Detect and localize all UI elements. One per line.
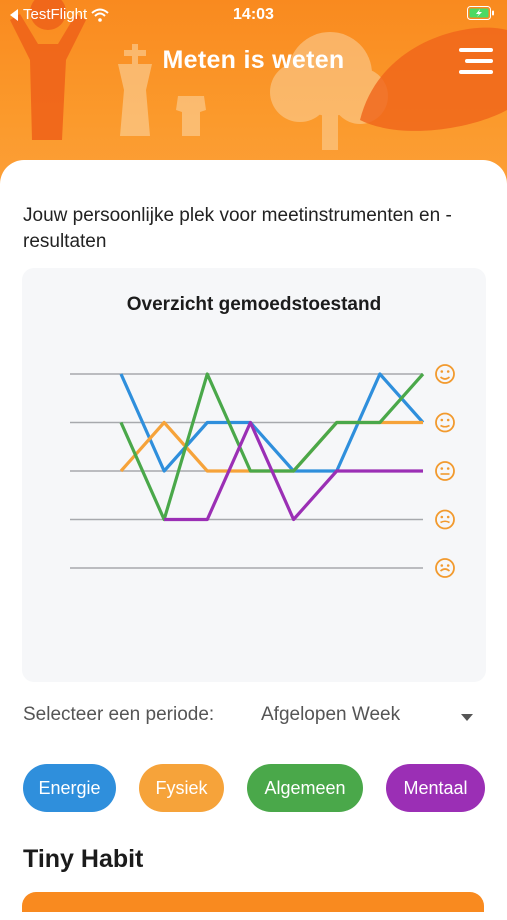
filter-fysiek-button[interactable]: Fysiek	[139, 764, 224, 812]
very-sad-face-icon	[435, 558, 455, 578]
very-happy-face-icon	[435, 364, 455, 384]
filter-label: Algemeen	[264, 777, 346, 798]
section-title-tiny-habit: Tiny Habit	[23, 845, 144, 873]
filter-algemeen-button[interactable]: Algemeen	[247, 764, 363, 812]
period-selector[interactable]: Selecteer een periode: Afgelopen Week	[23, 704, 483, 732]
mood-chart	[70, 364, 455, 578]
filter-mentaal-button[interactable]: Mentaal	[386, 764, 485, 812]
happy-face-icon	[435, 412, 455, 433]
filter-energie-button[interactable]: Energie	[23, 764, 116, 812]
filter-label: Mentaal	[403, 777, 468, 798]
filter-label: Fysiek	[155, 777, 208, 798]
tiny-habit-card[interactable]	[22, 892, 484, 912]
sad-face-icon	[435, 509, 455, 530]
period-label: Selecteer een periode:	[23, 704, 215, 725]
neutral-face-icon	[435, 461, 455, 481]
period-value: Afgelopen Week	[261, 704, 401, 725]
filter-label: Energie	[38, 777, 101, 798]
dropdown-arrow-icon	[461, 714, 473, 721]
